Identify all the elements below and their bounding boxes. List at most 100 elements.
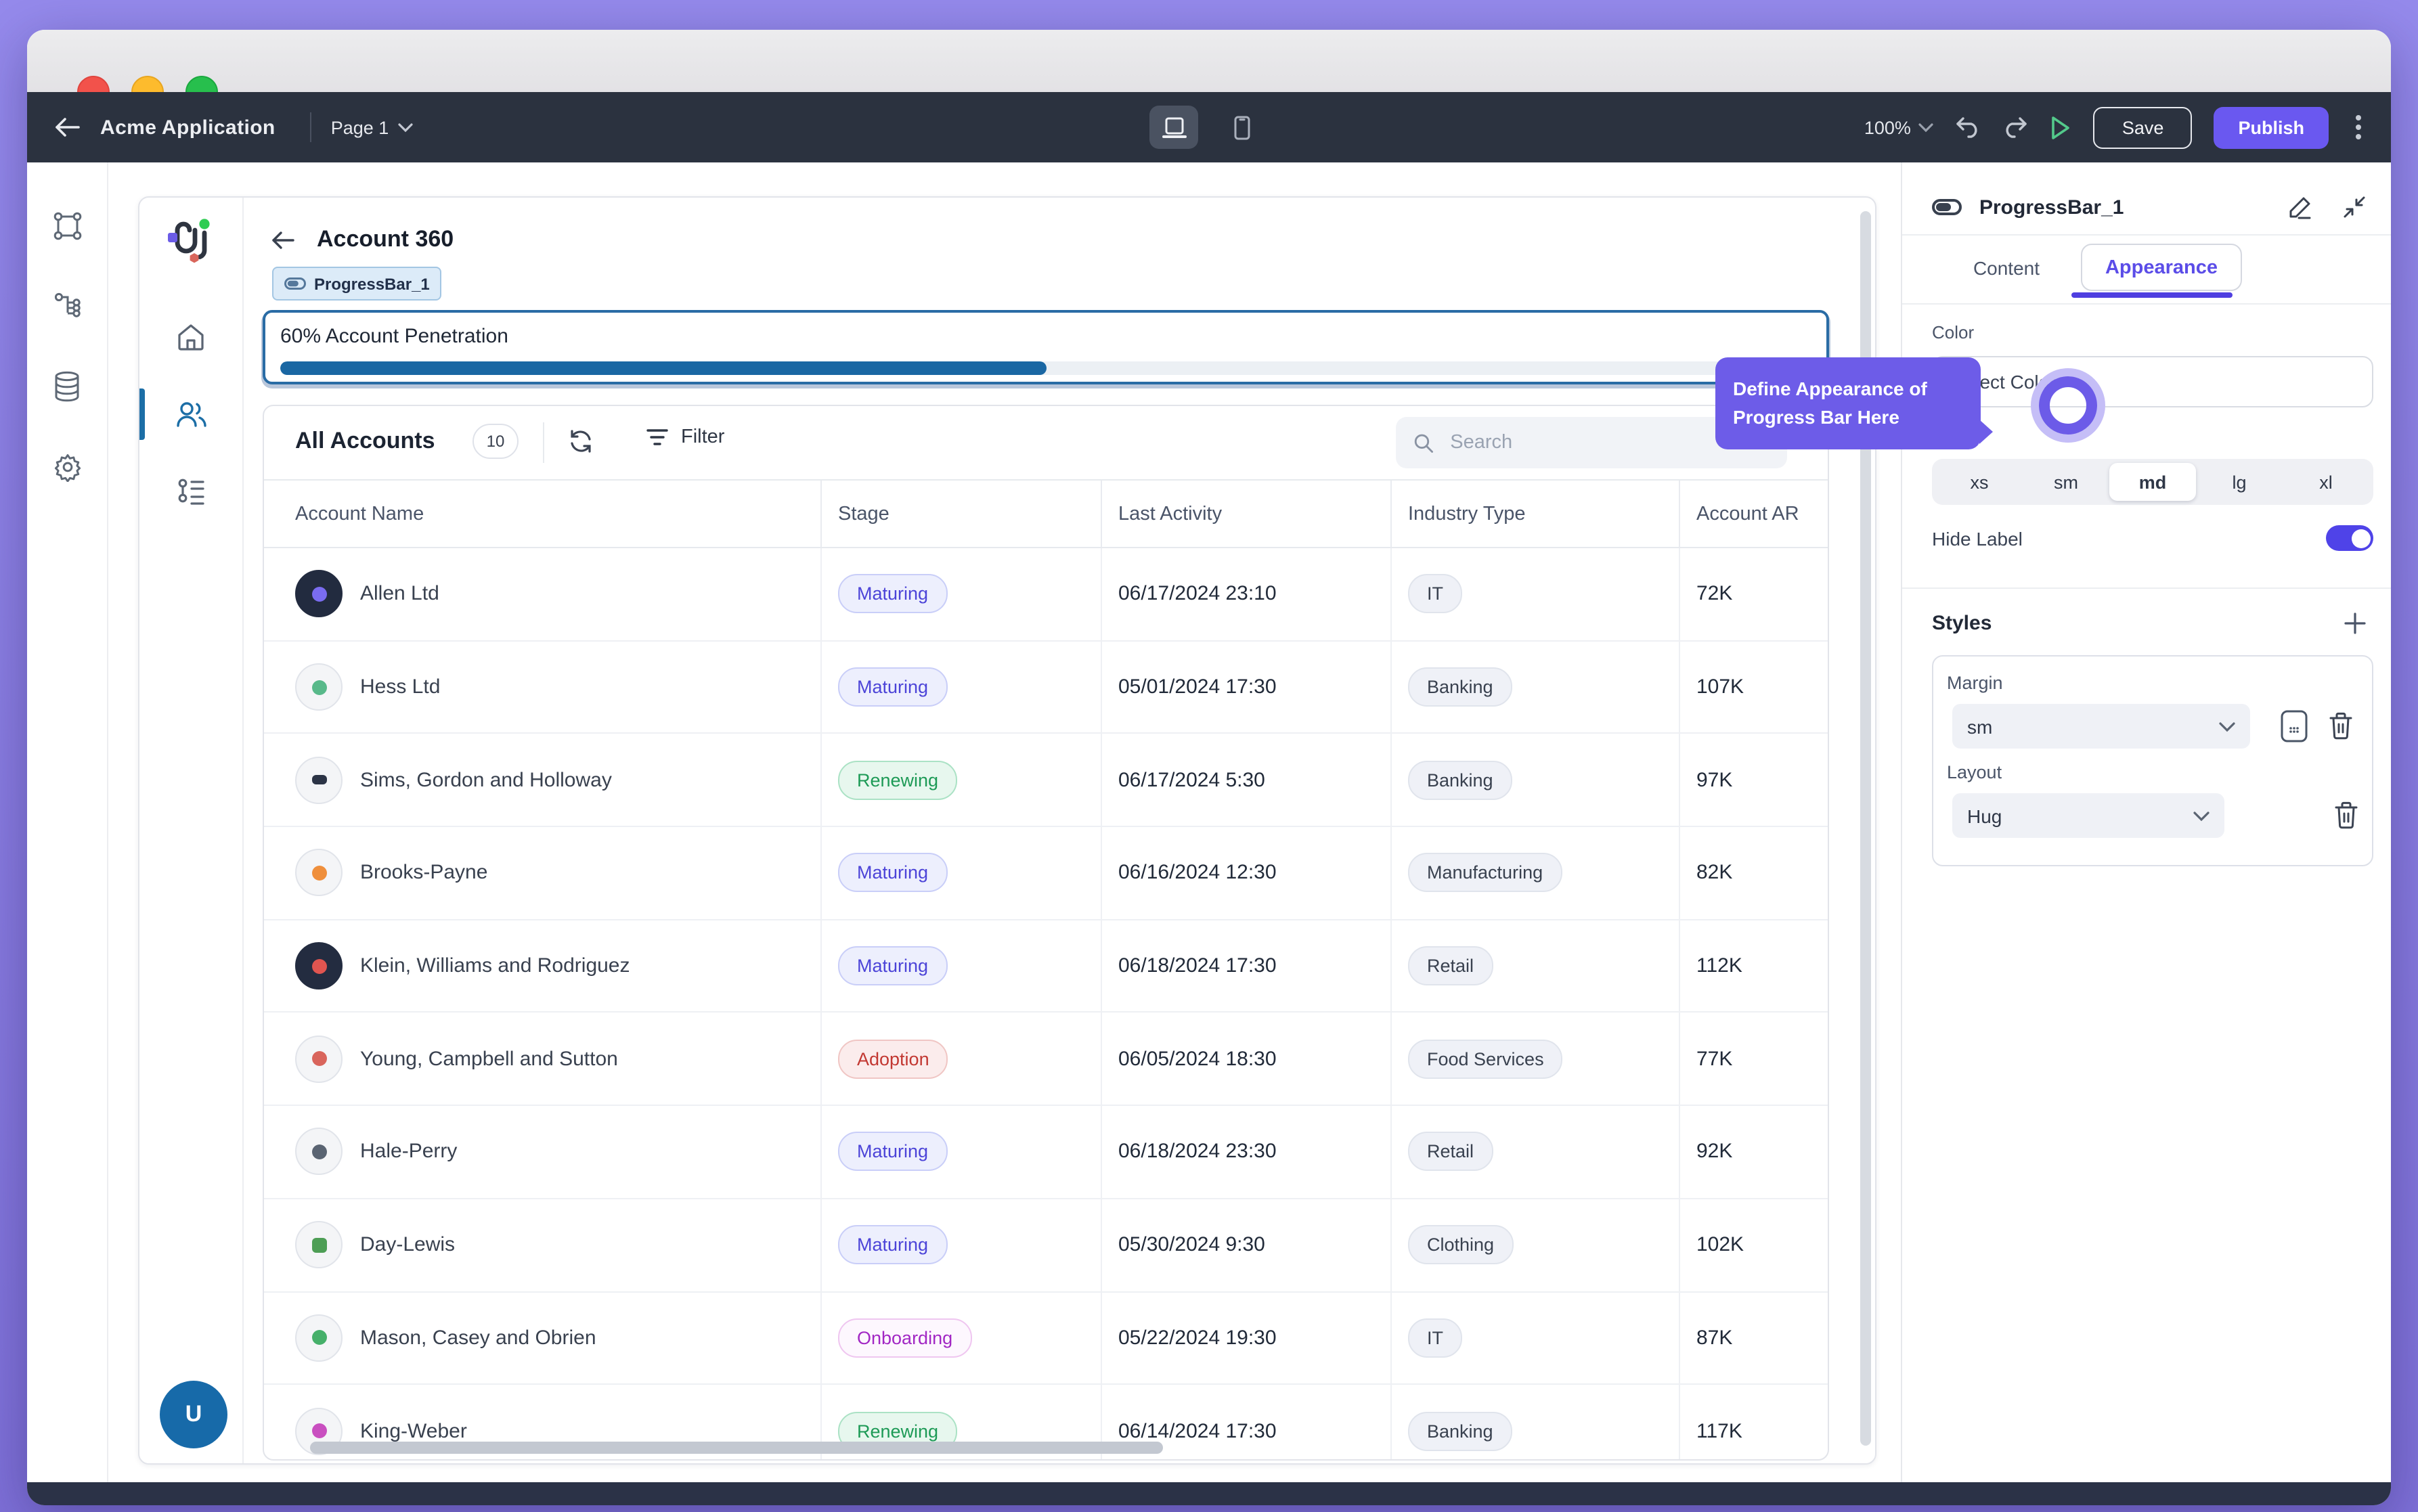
collapse-panel-icon[interactable]: [2342, 195, 2367, 219]
last-activity: 06/18/2024 23:30: [1101, 1106, 1390, 1197]
horizontal-scrollbar[interactable]: [310, 1442, 1163, 1454]
users-icon[interactable]: [175, 398, 208, 430]
column-header[interactable]: Industry Type: [1390, 481, 1679, 547]
industry-badge: Food Services: [1408, 1040, 1563, 1079]
undo-icon[interactable]: [1956, 116, 1981, 138]
progressbar-label: 60% Account Penetration: [280, 325, 508, 348]
page-title: Account 360: [317, 226, 454, 253]
last-activity: 06/18/2024 17:30: [1101, 920, 1390, 1012]
refresh-icon[interactable]: [567, 428, 594, 455]
settings-gear-icon[interactable]: [52, 452, 82, 482]
last-activity: 05/22/2024 19:30: [1101, 1292, 1390, 1383]
table-row[interactable]: Day-Lewis Maturing 05/30/2024 9:30 Cloth…: [264, 1199, 1828, 1292]
chevron-down-icon: [398, 123, 413, 132]
chevron-down-icon: [1919, 123, 1934, 132]
desktop-view-button[interactable]: [1149, 106, 1198, 149]
account-ar: 97K: [1679, 734, 1829, 826]
stage-badge: Maturing: [838, 1225, 947, 1264]
industry-badge: Banking: [1408, 667, 1512, 707]
table-row[interactable]: Mason, Casey and Obrien Onboarding 05/22…: [264, 1292, 1828, 1385]
publish-button[interactable]: Publish: [2214, 106, 2329, 148]
layout-dropdown[interactable]: Hug: [1952, 793, 2224, 838]
stage-badge: Maturing: [838, 946, 947, 985]
selected-widget-chip[interactable]: ProgressBar_1: [272, 267, 442, 301]
zoom-control[interactable]: 100%: [1864, 117, 1934, 137]
delete-margin-trash-icon[interactable]: [2329, 712, 2353, 740]
coach-tooltip-text: Define Appearance of Progress Bar Here: [1733, 375, 1963, 432]
flow-tree-icon[interactable]: [52, 291, 82, 321]
size-option-xs[interactable]: xs: [1936, 463, 2023, 501]
company-logo: [295, 571, 343, 618]
table-row[interactable]: Hale-Perry Maturing 06/18/2024 23:30 Ret…: [264, 1106, 1828, 1199]
filter-icon: [646, 428, 669, 447]
page-back-arrow-icon[interactable]: [271, 229, 295, 250]
back-arrow-icon[interactable]: [54, 116, 81, 138]
industry-badge: Retail: [1408, 1132, 1493, 1172]
progressbar-icon: [1932, 199, 1962, 215]
table-row[interactable]: Brooks-Payne Maturing 06/16/2024 12:30 M…: [264, 827, 1828, 920]
tab-appearance[interactable]: Appearance: [2081, 244, 2242, 291]
account-ar: 107K: [1679, 641, 1829, 732]
database-icon[interactable]: [53, 371, 81, 402]
page-selector[interactable]: Page 1: [331, 117, 414, 137]
tab-content[interactable]: Content: [1932, 257, 2081, 278]
stage-badge: Renewing: [838, 760, 957, 799]
last-activity: 06/05/2024 18:30: [1101, 1013, 1390, 1105]
column-header[interactable]: Stage: [820, 481, 1101, 547]
stage-badge: Maturing: [838, 1132, 947, 1172]
save-button[interactable]: Save: [2094, 106, 2193, 148]
color-select-input[interactable]: Select Color: [1932, 356, 2373, 407]
accounts-table-widget: All Accounts 10 Filter: [263, 405, 1829, 1461]
size-option-md[interactable]: md: [2109, 463, 2196, 501]
user-avatar[interactable]: U: [160, 1381, 227, 1448]
desktop-background: Acme Application Page 1 100%: [0, 0, 2418, 1512]
progressbar-widget[interactable]: 60% Account Penetration: [263, 310, 1829, 384]
run-play-icon[interactable]: [2050, 114, 2072, 140]
size-option-xl[interactable]: xl: [2283, 463, 2369, 501]
size-option-lg[interactable]: lg: [2196, 463, 2283, 501]
table-title: All Accounts: [295, 428, 435, 455]
redo-icon[interactable]: [2003, 116, 2029, 138]
canvas-frame-icon[interactable]: [52, 211, 82, 241]
table-row[interactable]: Klein, Williams and Rodriguez Maturing 0…: [264, 920, 1828, 1013]
editor-topbar: Acme Application Page 1 100%: [27, 92, 2391, 162]
table-row[interactable]: Allen Ltd Maturing 06/17/2024 23:10 IT 7…: [264, 548, 1828, 641]
industry-badge: Banking: [1408, 1411, 1512, 1450]
last-activity: 05/01/2024 17:30: [1101, 641, 1390, 732]
table-row[interactable]: Young, Campbell and Sutton Adoption 06/0…: [264, 1013, 1828, 1106]
coach-tooltip: Define Appearance of Progress Bar Here: [1715, 357, 1981, 449]
hide-label-text: Hide Label: [1932, 527, 2023, 549]
coach-mark-ring: [2039, 376, 2097, 435]
table-header-row: Account Name Stage Last Activity Industr…: [264, 481, 1828, 548]
column-header[interactable]: Account AR: [1679, 481, 1829, 547]
app-logo-icon: [164, 214, 218, 268]
delete-layout-trash-icon[interactable]: [2334, 801, 2358, 830]
account-name: Hale-Perry: [360, 1140, 457, 1163]
mobile-view-button[interactable]: [1217, 106, 1266, 149]
filter-button[interactable]: Filter: [646, 426, 724, 448]
hide-label-toggle[interactable]: [2326, 525, 2373, 551]
margin-label: Margin: [1947, 673, 2358, 693]
size-label: Size: [1932, 425, 2373, 445]
topbar-divider: [311, 112, 312, 142]
account-name: Brooks-Payne: [360, 862, 487, 885]
stage-badge: Maturing: [838, 575, 947, 614]
checklist-icon[interactable]: [175, 475, 207, 508]
table-row[interactable]: Hess Ltd Maturing 05/01/2024 17:30 Banki…: [264, 641, 1828, 734]
margin-sides-icon[interactable]: [2280, 709, 2308, 743]
stage-badge: Maturing: [838, 853, 947, 893]
table-row[interactable]: Sims, Gordon and Holloway Renewing 06/17…: [264, 734, 1828, 827]
account-ar: 72K: [1679, 548, 1829, 640]
more-options-icon[interactable]: [2350, 110, 2367, 145]
color-label: Color: [1932, 322, 2373, 342]
column-header[interactable]: Last Activity: [1101, 481, 1390, 547]
edit-pencil-icon[interactable]: [2288, 195, 2312, 219]
size-option-sm[interactable]: sm: [2023, 463, 2109, 501]
table-toolbar: All Accounts 10 Filter: [264, 406, 1828, 481]
margin-dropdown[interactable]: sm: [1952, 704, 2250, 749]
home-icon[interactable]: [175, 321, 207, 353]
column-header[interactable]: Account Name: [264, 481, 820, 547]
add-style-plus-icon[interactable]: [2344, 612, 2367, 635]
last-activity: 06/17/2024 5:30: [1101, 734, 1390, 826]
stage-badge: Maturing: [838, 667, 947, 707]
